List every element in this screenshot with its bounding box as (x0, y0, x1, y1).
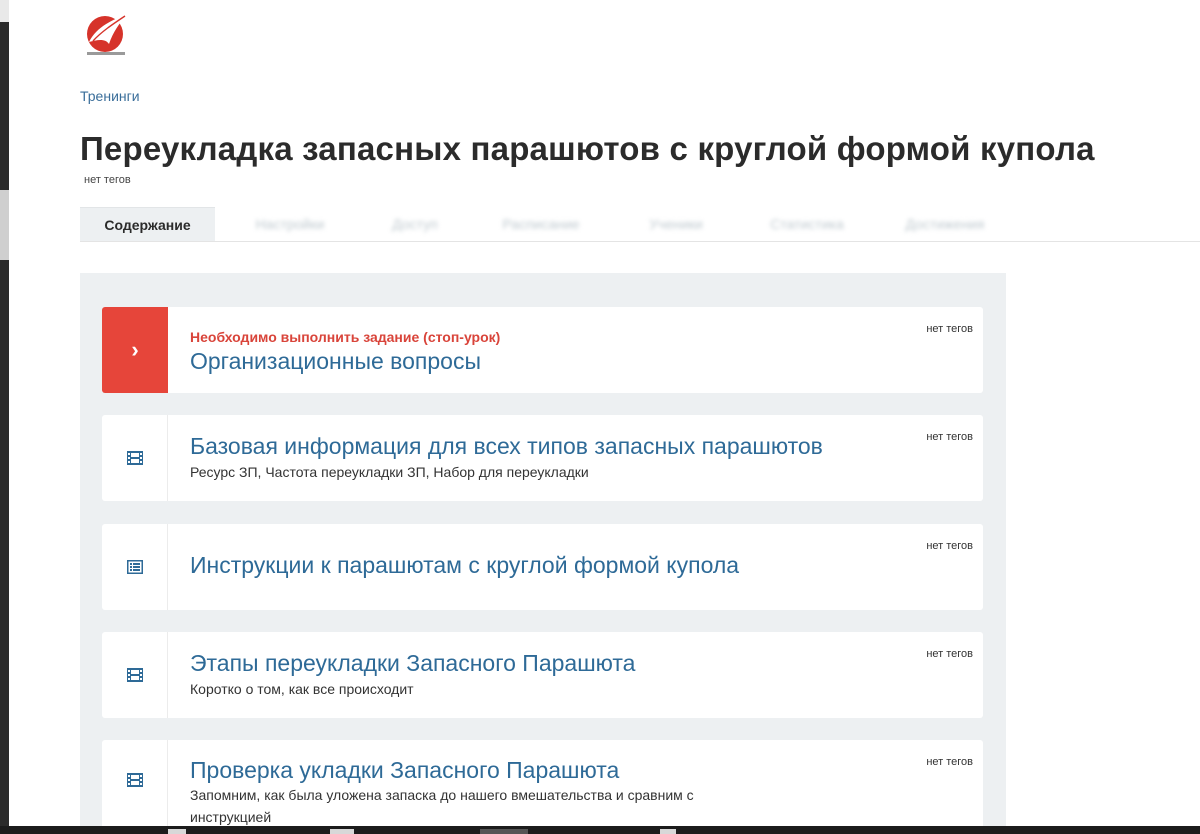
desktop-left-edge (0, 0, 9, 834)
lesson-description: Ресурс ЗП, Частота переукладки ЗП, Набор… (190, 464, 589, 480)
tab-access[interactable]: Доступ (362, 207, 468, 241)
lesson-title[interactable]: Организационные вопросы (190, 348, 481, 375)
lesson-description: Коротко о том, как все происходит (190, 681, 414, 697)
taskbar-app-icon[interactable] (168, 829, 186, 834)
lesson-type-marker (102, 740, 168, 834)
lesson-tags: нет тегов (926, 540, 973, 552)
tab-bar: Содержание Настройки Доступ Расписание У… (80, 207, 1200, 242)
chevron-right-icon: › (131, 337, 139, 362)
lesson-type-marker (102, 415, 168, 501)
lesson-tags: нет тегов (926, 648, 973, 660)
lesson-card[interactable]: Инструкции к парашютам с круглой формой … (102, 524, 983, 610)
lesson-type-marker (102, 524, 168, 610)
lesson-status-marker: › (102, 307, 168, 393)
lesson-title[interactable]: Этапы переукладки Запасного Парашюта (190, 650, 635, 677)
lesson-tags: нет тегов (926, 431, 973, 443)
tab-statistics[interactable]: Статистика (746, 207, 868, 241)
tab-students[interactable]: Ученики (620, 207, 732, 241)
lesson-title[interactable]: Проверка укладки Запасного Парашюта (190, 757, 619, 784)
lesson-tags: нет тегов (926, 323, 973, 335)
lesson-tags: нет тегов (926, 756, 973, 768)
os-taskbar (0, 826, 1200, 834)
lesson-type-marker (102, 632, 168, 718)
tab-achievements[interactable]: Достижения (882, 207, 1008, 241)
lesson-card[interactable]: Проверка укладки Запасного Парашюта Запо… (102, 740, 983, 834)
desktop-edge-segment (0, 0, 9, 22)
taskbar-app-icon[interactable] (330, 829, 354, 834)
lesson-card[interactable]: Базовая информация для всех типов запасн… (102, 415, 983, 501)
lesson-description: Запомним, как была уложена запаска до на… (190, 787, 694, 825)
desktop-edge-segment (0, 190, 9, 260)
lesson-card[interactable]: › Необходимо выполнить задание (стоп-уро… (102, 307, 983, 393)
lesson-list: › Необходимо выполнить задание (стоп-уро… (80, 273, 1006, 834)
tab-schedule[interactable]: Расписание (480, 207, 602, 241)
breadcrumb-trainings[interactable]: Тренинги (80, 88, 140, 104)
lesson-stop-warning: Необходимо выполнить задание (стоп-урок) (190, 329, 501, 345)
taskbar-app-icon[interactable] (660, 829, 676, 834)
film-icon (126, 451, 143, 465)
film-icon (126, 773, 143, 787)
lesson-title[interactable]: Инструкции к парашютам с круглой формой … (190, 552, 739, 579)
lesson-card[interactable]: Этапы переукладки Запасного Парашюта Кор… (102, 632, 983, 718)
film-icon (126, 668, 143, 682)
page-title: Переукладка запасных парашютов с круглой… (80, 130, 1095, 167)
document-list-icon (126, 560, 143, 574)
taskbar-app-icon[interactable] (480, 829, 528, 834)
lesson-title[interactable]: Базовая информация для всех типов запасн… (190, 433, 823, 460)
tab-settings[interactable]: Настройки (230, 207, 350, 241)
tab-content[interactable]: Содержание (80, 207, 215, 241)
page: Тренинги Переукладка запасных парашютов … (9, 0, 1200, 834)
title-tags: нет тегов (84, 174, 131, 186)
school-logo[interactable] (83, 12, 131, 58)
